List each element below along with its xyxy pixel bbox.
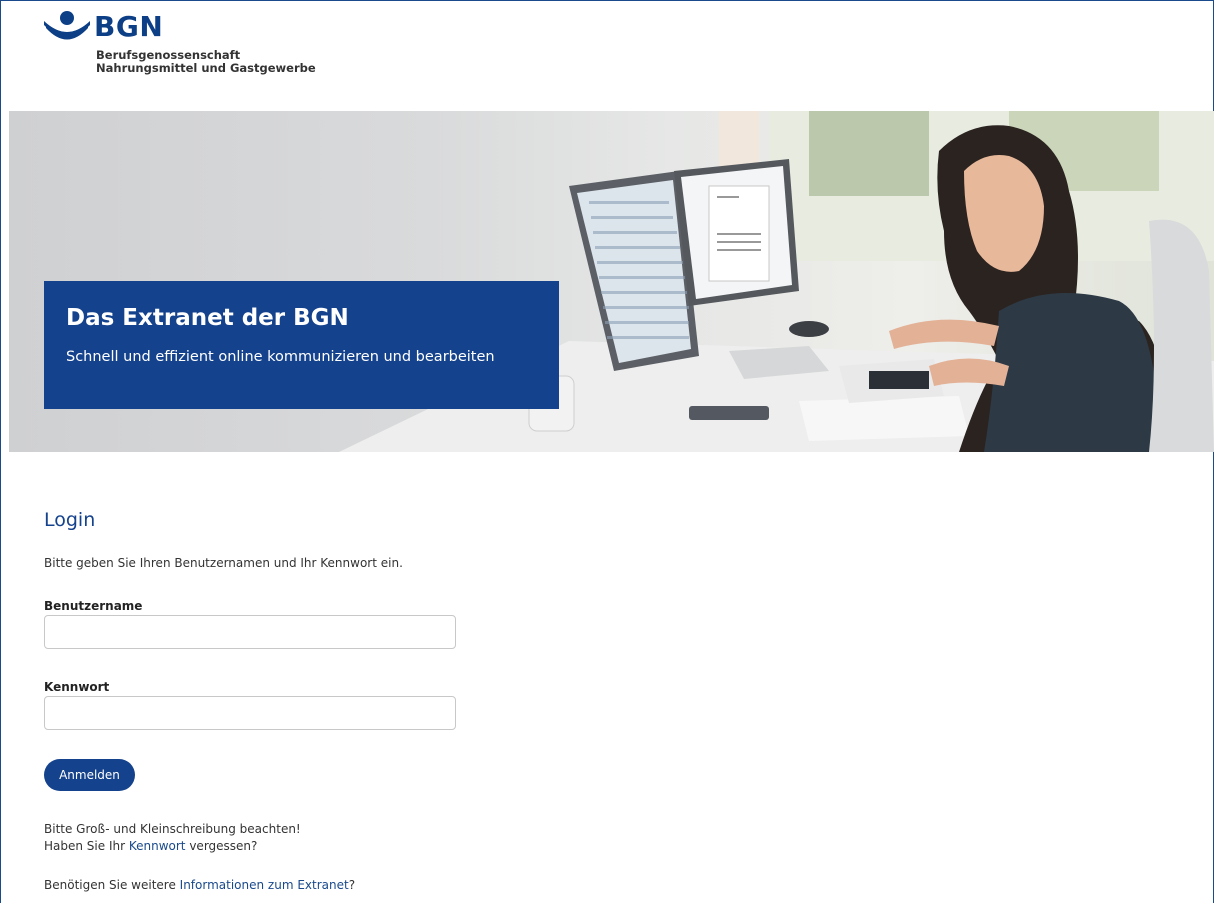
extranet-info-link[interactable]: Informationen zum Extranet: [180, 878, 349, 892]
username-label: Benutzername: [44, 599, 143, 613]
forgot-password-text: Haben Sie Ihr Kennwort vergessen?: [44, 838, 257, 855]
forgot-prefix: Haben Sie Ihr: [44, 839, 129, 853]
forgot-suffix: vergessen?: [185, 839, 258, 853]
login-heading: Login: [44, 509, 96, 531]
hero-title: Das Extranet der BGN: [66, 305, 349, 331]
bgn-logo-icon: [44, 11, 90, 40]
hero-banner: Das Extranet der BGN Schnell und effizie…: [9, 111, 1214, 452]
logo-line-1: Berufsgenossenschaft: [96, 48, 241, 62]
logo-line-2: Nahrungsmittel und Gastgewerbe: [96, 61, 316, 75]
info-suffix: ?: [348, 878, 356, 892]
forgot-password-link[interactable]: Kennwort: [129, 839, 186, 853]
password-label: Kennwort: [44, 680, 110, 694]
logo-wordmark: BGN: [94, 10, 164, 43]
extranet-info-text: Benötigen Sie weitere Informationen zum …: [44, 877, 355, 894]
logo[interactable]: BGN Berufsgenossenschaft Nahrungsmittel …: [44, 8, 444, 88]
info-prefix: Benötigen Sie weitere: [44, 878, 180, 892]
password-input[interactable]: [44, 696, 456, 730]
login-submit-button[interactable]: Anmelden: [44, 759, 135, 791]
hero-caption-box: Das Extranet der BGN Schnell und effizie…: [44, 281, 559, 409]
case-sensitivity-hint: Bitte Groß- und Kleinschreibung beachten…: [44, 822, 301, 836]
hero-subtitle: Schnell und effizient online kommunizier…: [66, 349, 495, 365]
username-input[interactable]: [44, 615, 456, 649]
login-intro-text: Bitte geben Sie Ihren Benutzernamen und …: [44, 556, 403, 570]
